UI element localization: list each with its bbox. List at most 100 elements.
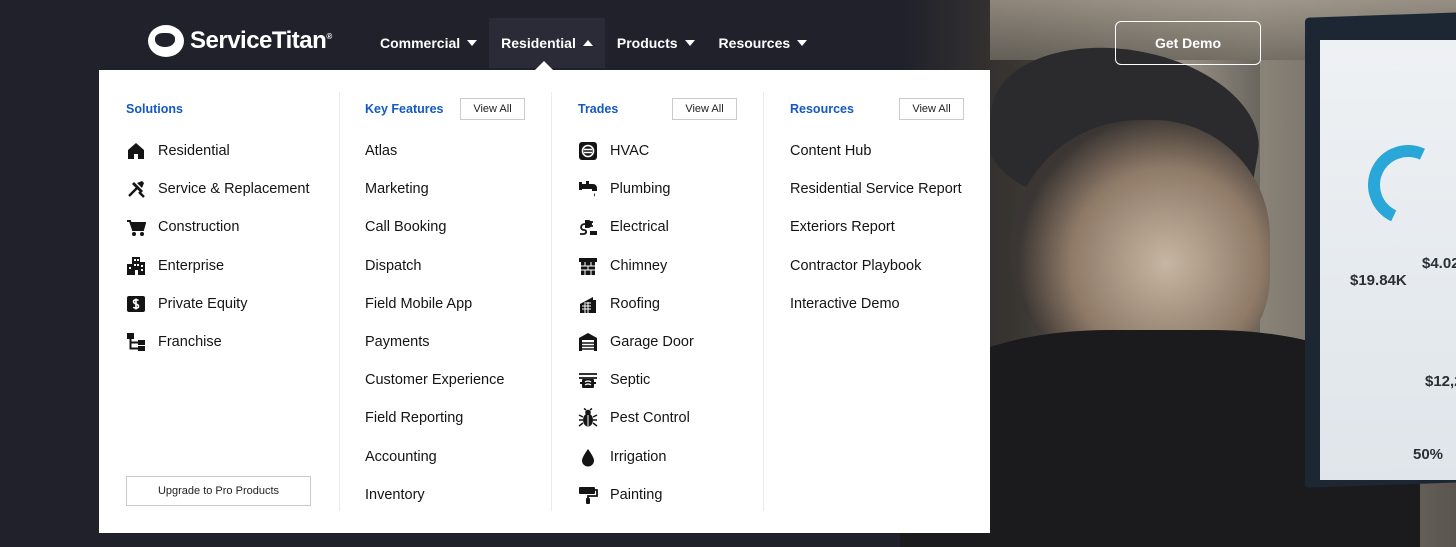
titan-logo-icon <box>148 25 184 57</box>
resource-contractor-playbook[interactable]: Contractor Playbook <box>790 247 990 285</box>
resource-interactive-demo[interactable]: Interactive Demo <box>790 285 990 323</box>
menu-item-label: Service & Replacement <box>158 181 310 198</box>
water-drop-icon <box>578 447 598 467</box>
menu-item-label: Garage Door <box>610 334 694 351</box>
menu-item-label: Chimney <box>610 257 668 274</box>
trade-plumbing[interactable]: Plumbing <box>578 170 763 208</box>
solution-enterprise[interactable]: Enterprise <box>126 247 339 285</box>
trade-hvac[interactable]: HVAC <box>578 132 763 170</box>
trade-septic[interactable]: Septic <box>578 361 763 399</box>
menu-item-label: Franchise <box>158 334 222 351</box>
menu-item-label: Customer Experience <box>365 372 505 389</box>
menu-item-label: Call Booking <box>365 219 447 236</box>
upgrade-pro-button[interactable]: Upgrade to Pro Products <box>126 476 311 506</box>
menu-item-label: Accounting <box>365 448 437 465</box>
dashboard-value: 50% <box>1413 446 1444 463</box>
brand-name: ServiceTitan <box>190 27 327 54</box>
paint-roller-icon <box>578 485 598 505</box>
menu-item-label: Pest Control <box>610 410 690 427</box>
get-demo-button[interactable]: Get Demo <box>1115 21 1261 65</box>
solutions-column: Solutions Residential Service & Replacem… <box>99 70 339 533</box>
view-all-features-button[interactable]: View All <box>460 98 525 120</box>
menu-item-label: Dispatch <box>365 257 422 274</box>
resources-column: Resources View All Content Hub Residenti… <box>763 70 990 533</box>
septic-icon <box>578 370 598 390</box>
trademark-symbol: ® <box>326 32 332 41</box>
dashboard-value: $19.84K <box>1350 272 1407 289</box>
view-all-resources-button[interactable]: View All <box>899 98 964 120</box>
roofing-icon <box>578 294 598 314</box>
house-icon <box>126 141 146 161</box>
trade-pest-control[interactable]: Pest Control <box>578 399 763 437</box>
menu-item-label: Content Hub <box>790 143 872 160</box>
solution-construction[interactable]: Construction <box>126 208 339 246</box>
bug-icon <box>578 408 598 428</box>
resource-residential-service-report[interactable]: Residential Service Report <box>790 170 990 208</box>
nav-products[interactable]: Products <box>605 18 707 68</box>
menu-item-label: Payments <box>365 334 430 351</box>
menu-item-label: Septic <box>610 372 651 389</box>
feature-field-reporting[interactable]: Field Reporting <box>365 399 551 437</box>
solution-private-equity[interactable]: Private Equity <box>126 285 339 323</box>
faucet-icon <box>578 179 598 199</box>
solution-residential[interactable]: Residential <box>126 132 339 170</box>
caret-down-icon <box>684 40 695 46</box>
feature-field-mobile-app[interactable]: Field Mobile App <box>365 285 551 323</box>
solution-service-replacement[interactable]: Service & Replacement <box>126 170 339 208</box>
trade-chimney[interactable]: Chimney <box>578 247 763 285</box>
trade-electrical[interactable]: Electrical <box>578 208 763 246</box>
trades-column: Trades View All HVAC Plumbing Electrical… <box>551 70 763 533</box>
feature-accounting[interactable]: Accounting <box>365 438 551 476</box>
column-title: Key Features <box>365 102 444 116</box>
nav-label: Products <box>616 35 678 51</box>
menu-item-label: Plumbing <box>610 181 671 198</box>
feature-payments[interactable]: Payments <box>365 323 551 361</box>
residential-mega-menu: Solutions Residential Service & Replacem… <box>99 70 990 533</box>
menu-item-label: Inventory <box>365 486 425 503</box>
column-title: Solutions <box>126 102 183 116</box>
menu-item-label: Field Reporting <box>365 410 464 427</box>
menu-item-label: Private Equity <box>158 295 248 312</box>
feature-atlas[interactable]: Atlas <box>365 132 551 170</box>
nav-resources[interactable]: Resources <box>707 18 820 68</box>
menu-item-label: Atlas <box>365 143 398 160</box>
menu-item-label: Exteriors Report <box>790 219 895 236</box>
trade-garage-door[interactable]: Garage Door <box>578 323 763 361</box>
column-title: Resources <box>790 102 854 116</box>
menu-item-label: HVAC <box>610 143 650 160</box>
menu-item-label: Roofing <box>610 295 660 312</box>
view-all-trades-button[interactable]: View All <box>672 98 737 120</box>
main-nav: Commercial Residential Products Resource… <box>368 18 819 68</box>
nav-commercial[interactable]: Commercial <box>368 18 489 68</box>
resource-exteriors-report[interactable]: Exteriors Report <box>790 208 990 246</box>
trade-irrigation[interactable]: Irrigation <box>578 438 763 476</box>
menu-item-label: Irrigation <box>610 448 667 465</box>
building-icon <box>126 256 146 276</box>
menu-item-label: Field Mobile App <box>365 295 473 312</box>
shirt-print <box>1010 470 1250 530</box>
feature-inventory[interactable]: Inventory <box>365 476 551 514</box>
caret-down-icon <box>467 40 478 46</box>
chimney-icon <box>578 256 598 276</box>
feature-call-booking[interactable]: Call Booking <box>365 208 551 246</box>
dashboard-value: $12,20 <box>1425 373 1456 390</box>
menu-item-label: Contractor Playbook <box>790 257 922 274</box>
nav-label: Commercial <box>380 35 461 51</box>
feature-dispatch[interactable]: Dispatch <box>365 247 551 285</box>
trade-painting[interactable]: Painting <box>578 476 763 514</box>
brand-logo[interactable]: ServiceTitan® <box>148 25 332 57</box>
resource-content-hub[interactable]: Content Hub <box>790 132 990 170</box>
menu-item-label: Marketing <box>365 181 429 198</box>
feature-marketing[interactable]: Marketing <box>365 170 551 208</box>
nav-label: Resources <box>718 35 791 51</box>
feature-customer-experience[interactable]: Customer Experience <box>365 361 551 399</box>
menu-item-label: Interactive Demo <box>790 295 900 312</box>
trade-roofing[interactable]: Roofing <box>578 285 763 323</box>
tools-icon <box>126 179 146 199</box>
hvac-icon <box>578 141 598 161</box>
wheelbarrow-icon <box>126 217 146 237</box>
garage-icon <box>578 332 598 352</box>
solution-franchise[interactable]: Franchise <box>126 323 339 361</box>
column-title: Trades <box>578 102 619 116</box>
menu-item-label: Residential <box>158 143 230 160</box>
